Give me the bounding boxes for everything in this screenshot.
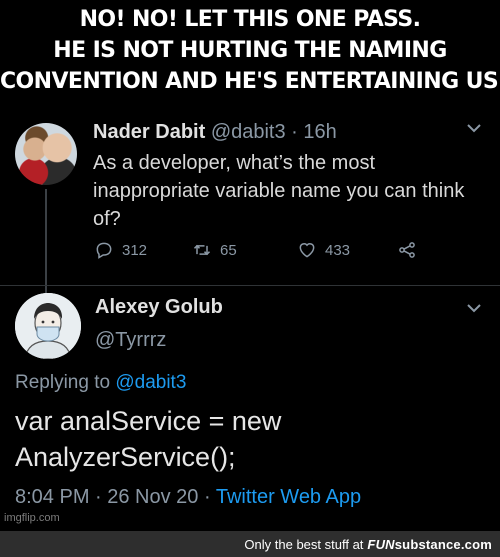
reply-icon	[96, 242, 112, 259]
code-line: AnalyzerService();	[15, 442, 236, 472]
person-icon	[15, 293, 81, 359]
replying-label: Replying to	[15, 372, 116, 393]
author-handle[interactable]: @dabit3	[211, 121, 286, 143]
like-count: 433	[325, 241, 351, 259]
reply-action[interactable]: 312	[94, 239, 147, 261]
caption-line: HE IS NOT HURTING THE NAMING	[53, 38, 447, 63]
tweet-time[interactable]: · 16h	[291, 121, 337, 143]
code-line: var analService = new	[15, 406, 282, 436]
chevron-down-icon[interactable]	[466, 302, 482, 314]
brand-logo[interactable]: FUNsubstance.com	[367, 537, 492, 552]
footer-bar: Only the best stuff at FUNsubstance.com	[0, 531, 500, 557]
retweet-count: 65	[220, 241, 237, 259]
tweet-author-line: Nader Dabit @dabit3 · 16h	[93, 121, 337, 144]
brand-rest: substance.com	[394, 536, 492, 552]
like-action[interactable]: 433	[297, 239, 350, 261]
author-handle[interactable]: @Tyrrrz	[95, 329, 166, 352]
caption-line: NO! NO! LET THIS ONE PASS.	[79, 7, 421, 32]
original-tweet[interactable]: Nader Dabit @dabit3 · 16h As a developer…	[0, 104, 500, 287]
share-icon	[399, 242, 415, 258]
heart-icon	[299, 243, 315, 258]
meme-caption: NO! NO! LET THIS ONE PASS. HE IS NOT HUR…	[0, 0, 500, 104]
tweet-meta: 8:04 PM · 26 Nov 20 · Twitter Web App	[15, 486, 361, 509]
avatar[interactable]	[15, 293, 81, 359]
tweet-source-link[interactable]: Twitter Web App	[216, 486, 361, 508]
tweet-timestamp[interactable]: 8:04 PM · 26 Nov 20 ·	[15, 486, 216, 508]
tweet-actions: 312 65 433	[94, 239, 424, 261]
chevron-down-icon[interactable]	[466, 122, 482, 134]
replying-to: Replying to @dabit3	[15, 372, 186, 394]
brand-fun: FUN	[367, 536, 395, 552]
author-name[interactable]: Nader Dabit	[93, 121, 205, 143]
retweet-icon	[193, 244, 211, 256]
footer-tagline: Only the best stuff at	[244, 536, 364, 552]
share-action[interactable]	[397, 239, 425, 261]
reply-tweet[interactable]: Alexey Golub @Tyrrrz Replying to @dabit3…	[0, 286, 500, 531]
tweet-text: As a developer, what’s the most inapprop…	[93, 152, 465, 230]
watermark: imgflip.com	[4, 512, 60, 524]
avatar[interactable]	[15, 123, 77, 185]
tweet-text: var analService = new AnalyzerService();	[15, 403, 485, 475]
replying-handle-link[interactable]: @dabit3	[115, 372, 186, 393]
reply-count: 312	[122, 241, 148, 259]
retweet-action[interactable]: 65	[192, 239, 237, 261]
caption-line: CONVENTION AND HE'S ENTERTAINING US!	[0, 69, 500, 94]
author-name[interactable]: Alexey Golub	[95, 296, 223, 319]
